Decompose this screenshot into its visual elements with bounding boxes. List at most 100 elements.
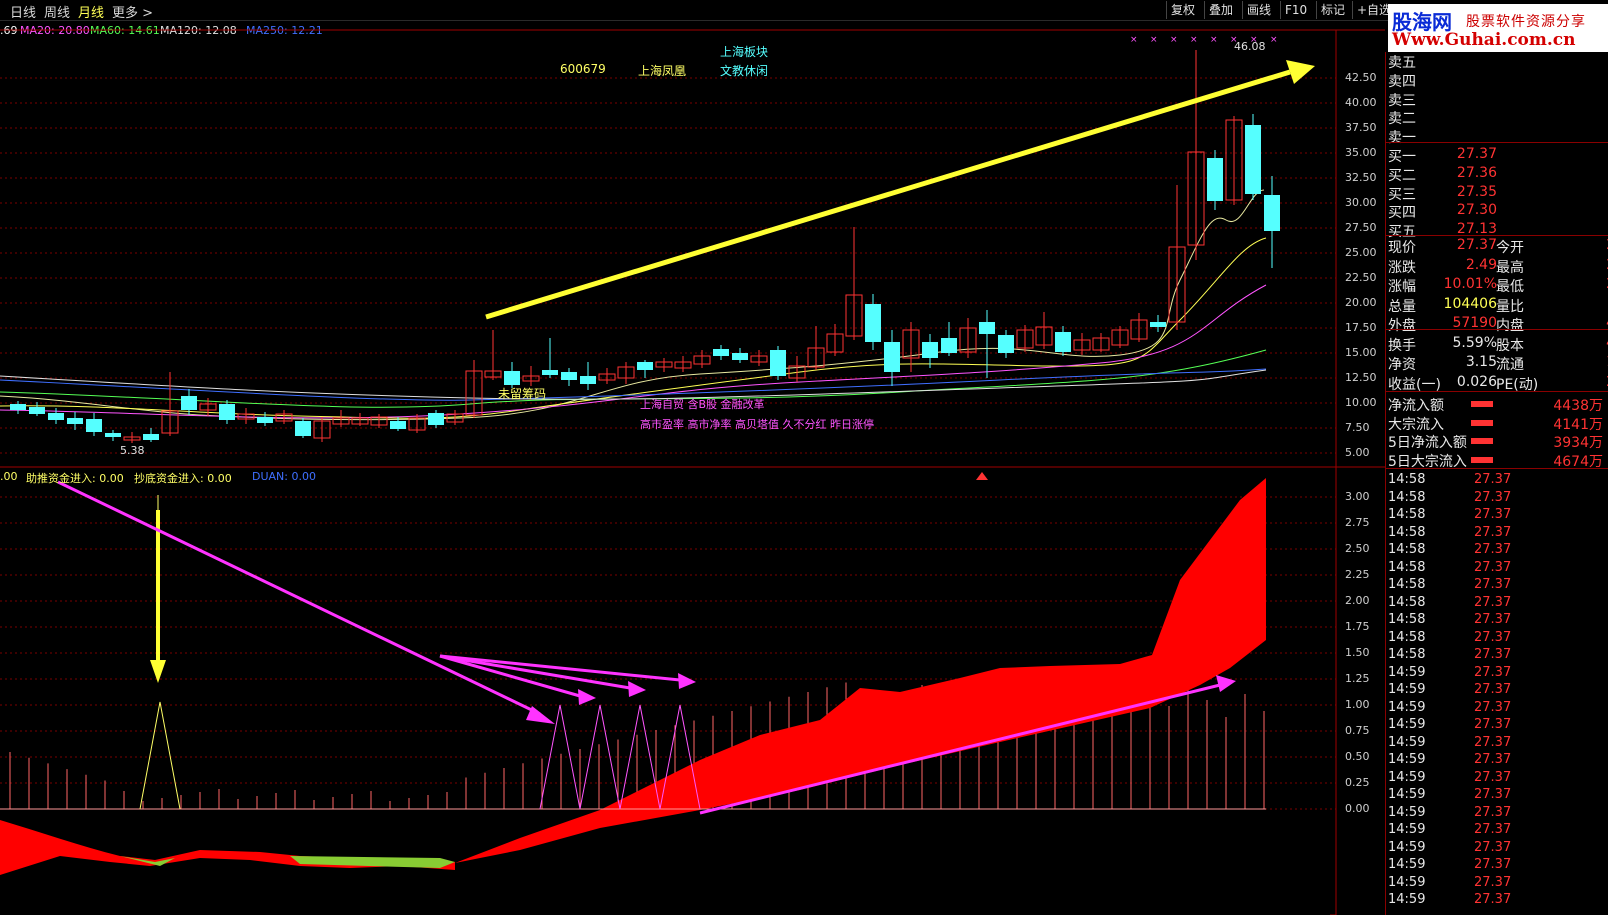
quote-value: 104406 xyxy=(1443,295,1497,312)
tick-time: 14:59 xyxy=(1388,839,1426,855)
order-book-row: 卖四 xyxy=(1386,71,1608,90)
price-tick-label: 5.00 xyxy=(1345,446,1370,459)
order-book-label: 买三 xyxy=(1388,186,1416,203)
tick-price: 27.37 xyxy=(1474,892,1512,907)
down-arrowhead-yellow xyxy=(150,660,166,683)
tick-price: 27.37 xyxy=(1474,542,1512,557)
order-book-label: 卖三 xyxy=(1388,92,1416,109)
quote-row: 换手5.59%股本4 xyxy=(1386,334,1608,354)
candle-body-down xyxy=(1207,158,1223,201)
order-book-row: 买一 27.37 xyxy=(1386,146,1608,165)
draw-line-button[interactable]: 画线 xyxy=(1242,1,1275,19)
tick-time: 14:58 xyxy=(1388,507,1426,522)
order-book-row: 买四 27.30 xyxy=(1386,202,1608,221)
candle-body-down xyxy=(181,396,197,410)
kline-chart[interactable]: × × × × × × × × xyxy=(0,20,1385,915)
tick-time: 14:58 xyxy=(1388,594,1426,610)
tick-row: 14:58 27.37 xyxy=(1386,612,1608,629)
price-tick-label: 22.50 xyxy=(1345,271,1377,284)
tick-time: 14:59 xyxy=(1388,752,1426,767)
concept-tags-line1: 上海自贸 含B股 金融改革 xyxy=(640,398,765,411)
overlay-button[interactable]: 叠加 xyxy=(1204,1,1237,19)
tick-time: 14:58 xyxy=(1388,612,1426,627)
yellow-spike xyxy=(139,701,181,810)
tick-time: 14:59 xyxy=(1388,822,1426,837)
f10-button[interactable]: F10 xyxy=(1280,1,1311,19)
concept-label: 文教休闲 xyxy=(720,64,769,78)
indicator-legend-item: 助推资金进入: 0.00 xyxy=(26,472,124,485)
chip-label: 未留筹码 xyxy=(498,387,547,401)
quote-label-2: 今开 xyxy=(1496,240,1524,256)
indicator-tick-label: 0.50 xyxy=(1345,750,1370,763)
quote-label: 换手 xyxy=(1388,337,1416,354)
quote-label-2: 最高 xyxy=(1496,259,1524,276)
tab-monthly[interactable]: 月线 xyxy=(78,2,104,21)
fund-flow-label: 5日净流入额 xyxy=(1388,435,1467,451)
quote-separator xyxy=(1386,391,1608,392)
ticks-separator xyxy=(1386,468,1608,469)
quote-value: 5.59% xyxy=(1452,334,1497,351)
indicator-legend-item: 抄底资金进入: 0.00 xyxy=(134,472,232,485)
tick-price: 27.37 xyxy=(1474,822,1512,837)
candle-body-down xyxy=(219,404,235,420)
stock-name: 上海凤凰 xyxy=(638,64,687,78)
quote-label: 现价 xyxy=(1388,240,1416,256)
order-book-row: 卖二 xyxy=(1386,108,1608,127)
price-tick-label: 32.50 xyxy=(1345,171,1377,184)
tick-price: 27.37 xyxy=(1474,734,1512,750)
limit-up-marker: × xyxy=(1270,35,1278,45)
tick-row: 14:59 27.37 xyxy=(1386,700,1608,717)
concept-tags-line2: 高市盈率 高市净率 高贝塔值 久不分红 昨日涨停 xyxy=(640,418,874,431)
tick-row: 14:59 27.37 xyxy=(1386,822,1608,839)
indicator-tick-label: 0.75 xyxy=(1345,724,1370,737)
tab-more[interactable]: 更多 > xyxy=(112,2,153,21)
order-book-row: 卖三 xyxy=(1386,90,1608,109)
quote-label: 涨幅 xyxy=(1388,279,1416,295)
tick-price: 27.37 xyxy=(1474,612,1512,627)
quote-row: 外盘57190内盘4 xyxy=(1386,315,1608,334)
indicator-tick-label: 1.50 xyxy=(1345,646,1370,659)
tick-row: 14:58 27.37 xyxy=(1386,595,1608,612)
price-tick-label: 10.00 xyxy=(1345,396,1377,409)
quote-row: 现价27.37今开2 xyxy=(1386,237,1608,256)
tick-time: 14:59 xyxy=(1388,787,1426,802)
tick-time: 14:58 xyxy=(1388,542,1426,557)
tick-time: 14:59 xyxy=(1388,874,1426,890)
price-tick-label: 25.00 xyxy=(1345,246,1377,259)
stock-code: 600679 xyxy=(560,62,606,76)
restore-rights-button[interactable]: 复权 xyxy=(1166,1,1199,19)
tick-row: 14:58 27.37 xyxy=(1386,542,1608,559)
fund-flow-bar xyxy=(1471,401,1493,407)
order-book-label: 卖一 xyxy=(1388,130,1416,147)
candle-body-down xyxy=(428,413,444,425)
tick-row: 14:59 27.37 xyxy=(1386,717,1608,734)
tick-time: 14:58 xyxy=(1388,629,1426,645)
candle-body-down xyxy=(998,335,1014,353)
tick-time: 14:58 xyxy=(1388,647,1426,662)
candle-body-down xyxy=(295,421,311,436)
candle-body-down xyxy=(1264,195,1280,231)
tick-row: 14:59 27.37 xyxy=(1386,875,1608,892)
mark-button[interactable]: 标记 xyxy=(1316,1,1349,19)
tab-weekly[interactable]: 周线 xyxy=(44,2,70,21)
fund-flow-bar xyxy=(1471,456,1493,463)
quote-value: 27.37 xyxy=(1456,237,1497,253)
quote-value: 3.15 xyxy=(1465,354,1497,370)
candle-body-down xyxy=(770,350,786,376)
tick-price: 27.37 xyxy=(1474,804,1512,820)
tab-daily[interactable]: 日线 xyxy=(10,2,36,21)
magenta-arrowhead xyxy=(578,689,596,705)
quote-row: 涨幅10.01%最低2 xyxy=(1386,276,1608,295)
low-price-label: 5.38 xyxy=(120,444,145,457)
tick-price: 27.37 xyxy=(1474,507,1512,522)
candle-body-down xyxy=(1245,125,1261,194)
order-book-price: 27.30 xyxy=(1456,202,1497,219)
fund-flow-row: 5日净流入额 3934万 xyxy=(1386,432,1608,451)
quote-row: 总量 104406 量比 xyxy=(1386,295,1608,315)
order-book-row: 买三 27.35 xyxy=(1386,184,1608,203)
quote-label-2: 股本 xyxy=(1496,337,1524,354)
fund-flow-value: 4438万 xyxy=(1553,398,1603,414)
candle-body-down xyxy=(504,371,520,385)
order-book-price: 27.37 xyxy=(1456,146,1497,162)
limit-up-marker: × xyxy=(1150,35,1158,45)
